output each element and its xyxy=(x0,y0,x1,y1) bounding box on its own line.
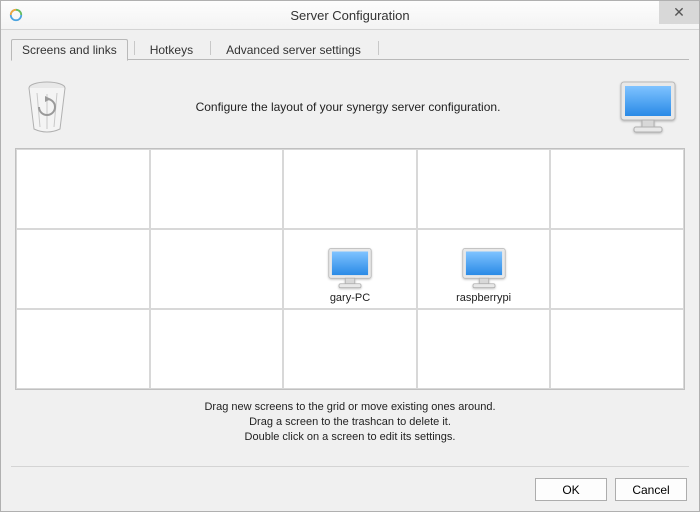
ok-button[interactable]: OK xyxy=(535,478,607,501)
tab-advanced-server-settings[interactable]: Advanced server settings xyxy=(215,39,372,60)
hint-text: Drag new screens to the grid or move exi… xyxy=(11,400,689,445)
separator xyxy=(11,466,689,467)
screen-label: raspberrypi xyxy=(456,292,511,304)
new-screen-draggable[interactable] xyxy=(613,72,683,142)
window-title: Server Configuration xyxy=(1,8,699,23)
close-icon: ✕ xyxy=(673,4,685,21)
close-button[interactable]: ✕ xyxy=(659,1,699,24)
monitor-icon xyxy=(460,246,508,290)
tab-body: Configure the layout of your synergy ser… xyxy=(11,60,689,445)
grid-cell-raspberrypi[interactable]: raspberrypi xyxy=(417,229,551,309)
grid-cell[interactable] xyxy=(550,229,684,309)
hint-line: Double click on a screen to edit its set… xyxy=(11,430,689,445)
content-area: Screens and links Hotkeys Advanced serve… xyxy=(1,30,699,445)
grid-cell[interactable] xyxy=(417,309,551,389)
hint-line: Drag a screen to the trashcan to delete … xyxy=(11,415,689,430)
tab-separator xyxy=(134,41,135,55)
tab-separator xyxy=(378,41,379,55)
tab-screens-and-links[interactable]: Screens and links xyxy=(11,39,128,61)
top-row: Configure the layout of your synergy ser… xyxy=(11,66,689,148)
server-configuration-window: Server Configuration ✕ Screens and links… xyxy=(0,0,700,512)
tab-label: Advanced server settings xyxy=(226,43,361,57)
grid-cell[interactable] xyxy=(16,149,150,229)
tab-label: Hotkeys xyxy=(150,43,193,57)
monitor-icon xyxy=(618,79,678,135)
grid-cell[interactable] xyxy=(150,229,284,309)
app-icon xyxy=(9,8,23,22)
grid-cell[interactable] xyxy=(283,309,417,389)
tab-hotkeys[interactable]: Hotkeys xyxy=(139,39,204,60)
screen-label: gary-PC xyxy=(330,292,370,304)
tab-label: Screens and links xyxy=(22,43,117,57)
grid-cell[interactable] xyxy=(150,309,284,389)
titlebar: Server Configuration ✕ xyxy=(1,1,699,30)
grid-cell[interactable] xyxy=(550,309,684,389)
grid-cell[interactable] xyxy=(550,149,684,229)
trashcan-dropzone[interactable] xyxy=(19,79,75,135)
cancel-button[interactable]: Cancel xyxy=(615,478,687,501)
config-instruction-text: Configure the layout of your synergy ser… xyxy=(83,100,613,114)
button-bar: OK Cancel xyxy=(535,478,687,501)
tab-separator xyxy=(210,41,211,55)
monitor-icon xyxy=(326,246,374,290)
grid-cell[interactable] xyxy=(283,149,417,229)
screens-grid[interactable]: gary-PC raspberrypi xyxy=(15,148,685,390)
grid-cell[interactable] xyxy=(16,309,150,389)
grid-cell[interactable] xyxy=(16,229,150,309)
trashcan-icon xyxy=(22,79,72,135)
grid-cell[interactable] xyxy=(417,149,551,229)
grid-cell-gary-pc[interactable]: gary-PC xyxy=(283,229,417,309)
hint-line: Drag new screens to the grid or move exi… xyxy=(11,400,689,415)
grid-cell[interactable] xyxy=(150,149,284,229)
tabstrip: Screens and links Hotkeys Advanced serve… xyxy=(11,38,689,60)
